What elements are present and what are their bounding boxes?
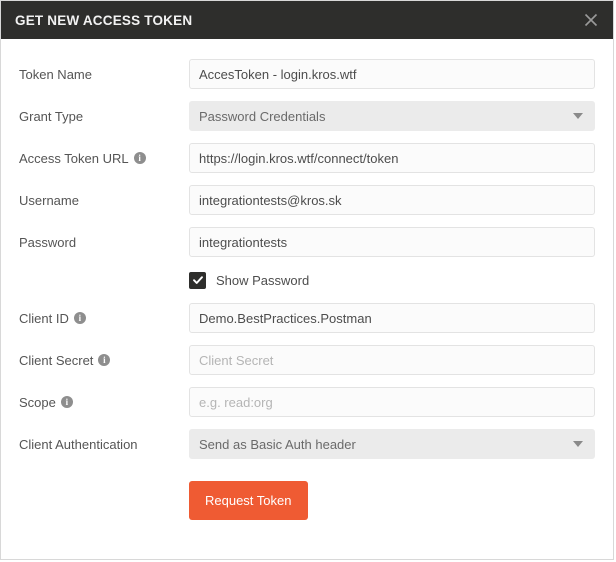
chevron-down-icon (573, 113, 583, 119)
token-name-value: AccesToken - login.kros.wtf (199, 66, 357, 82)
form-row-client-id: Client ID i Demo.BestPractices.Postman (19, 297, 595, 339)
access-token-url-value: https://login.kros.wtf/connect/token (199, 150, 399, 166)
label-client-id-text: Client ID (19, 310, 69, 326)
token-name-input[interactable]: AccesToken - login.kros.wtf (189, 59, 595, 89)
info-icon[interactable]: i (60, 396, 73, 408)
show-password-label: Show Password (216, 272, 310, 288)
label-token-name-text: Token Name (19, 66, 92, 82)
access-token-url-input[interactable]: https://login.kros.wtf/connect/token (189, 143, 595, 173)
username-input[interactable]: integrationtests@kros.sk (189, 185, 595, 215)
label-client-secret: Client Secret i (19, 354, 189, 367)
info-icon[interactable]: i (133, 152, 146, 164)
label-grant-type: Grant Type (19, 110, 189, 123)
label-grant-type-text: Grant Type (19, 108, 84, 124)
client-secret-input[interactable]: Client Secret (189, 345, 595, 375)
dialog-title: GET NEW ACCESS TOKEN (15, 12, 193, 28)
chevron-down-icon (573, 441, 583, 447)
client-secret-placeholder: Client Secret (199, 352, 274, 368)
password-value: integrationtests (199, 234, 288, 250)
label-client-secret-text: Client Secret (19, 352, 94, 368)
form-row-access-token-url: Access Token URL i https://login.kros.wt… (19, 137, 595, 179)
label-password: Password (19, 236, 189, 249)
token-form: Token Name AccesToken - login.kros.wtf G… (1, 39, 613, 520)
form-row-token-name: Token Name AccesToken - login.kros.wtf (19, 53, 595, 95)
get-new-access-token-dialog: GET NEW ACCESS TOKEN Token Name AccesTok… (0, 0, 614, 560)
scope-input[interactable]: e.g. read:org (189, 387, 595, 417)
info-icon[interactable]: i (73, 312, 86, 324)
request-token-button[interactable]: Request Token (189, 481, 308, 520)
client-id-input[interactable]: Demo.BestPractices.Postman (189, 303, 595, 333)
label-scope-text: Scope (19, 394, 56, 410)
label-access-token-url: Access Token URL i (19, 152, 189, 165)
label-access-token-url-text: Access Token URL (19, 150, 129, 166)
label-client-authentication: Client Authentication (19, 438, 189, 451)
label-client-id: Client ID i (19, 312, 189, 325)
label-token-name: Token Name (19, 68, 189, 81)
form-row-grant-type: Grant Type Password Credentials (19, 95, 595, 137)
form-row-scope: Scope i e.g. read:org (19, 381, 595, 423)
password-input[interactable]: integrationtests (189, 227, 595, 257)
checkbox-checked-icon[interactable] (189, 271, 206, 289)
label-username: Username (19, 194, 189, 207)
label-username-text: Username (19, 192, 79, 208)
client-authentication-select[interactable]: Send as Basic Auth header (189, 429, 595, 459)
form-row-username: Username integrationtests@kros.sk (19, 179, 595, 221)
client-authentication-value: Send as Basic Auth header (199, 436, 356, 452)
dialog-header: GET NEW ACCESS TOKEN (1, 1, 613, 39)
show-password-row: Show Password (19, 263, 595, 297)
label-password-text: Password (19, 234, 77, 250)
info-icon[interactable]: i (98, 354, 111, 366)
form-row-client-authentication: Client Authentication Send as Basic Auth… (19, 423, 595, 465)
form-row-client-secret: Client Secret i Client Secret (19, 339, 595, 381)
submit-row: Request Token (19, 481, 595, 520)
grant-type-select[interactable]: Password Credentials (189, 101, 595, 131)
client-id-value: Demo.BestPractices.Postman (199, 310, 372, 326)
label-client-authentication-text: Client Authentication (19, 436, 138, 452)
grant-type-value: Password Credentials (199, 108, 326, 124)
close-icon[interactable] (569, 1, 613, 39)
show-password-toggle[interactable]: Show Password (189, 271, 310, 289)
username-value: integrationtests@kros.sk (199, 192, 342, 208)
label-scope: Scope i (19, 396, 189, 409)
form-row-password: Password integrationtests (19, 221, 595, 263)
scope-placeholder: e.g. read:org (199, 394, 273, 410)
